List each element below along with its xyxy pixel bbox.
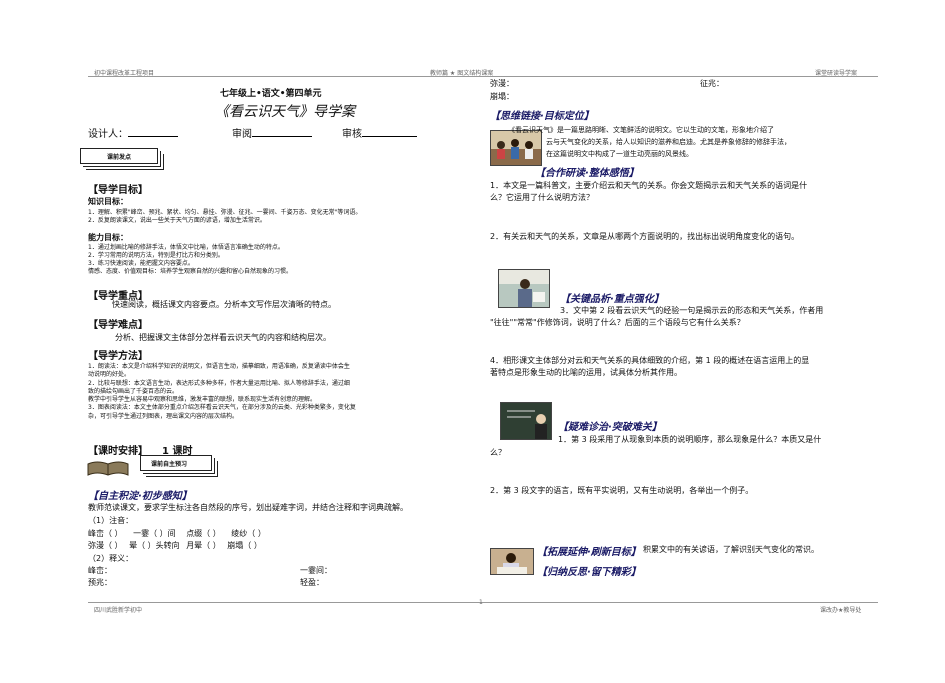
- grade-line: 七年级上•语文•第四单元: [220, 89, 322, 99]
- tag-self-preview: 课前自主预习: [140, 455, 212, 471]
- thinking-text: 《看云识天气》是一篇思路明晰、文笔鲜活的说明文。它以生动的文笔，形象地介绍了 云…: [508, 126, 791, 158]
- shiyi-label: （2）释义：: [88, 554, 134, 563]
- schedule-title: 【课时安排】: [88, 446, 148, 457]
- ability-list: 1．通过划画比喻的修辞手法，体悟文中比喻，体悟语言准确生动的特点。 2．学习常用…: [88, 244, 293, 275]
- shiyi-2-a: 预兆：: [88, 578, 112, 587]
- knowledge-list: 1．理解、积累"峰峦、预兆、絮状、均匀、悬挂、弥漫、征兆、一霎间、千姿万态、变化…: [88, 209, 362, 224]
- knowledge-title: 知识目标：: [88, 197, 128, 206]
- key-text: 快速阅读，概括课文内容要点。分析本文写作层次清晰的特点。: [112, 300, 336, 309]
- footer-left: 四川武胜新学初中: [94, 607, 143, 614]
- top-row-2-a: 崩塌：: [490, 92, 514, 101]
- header-rule: [88, 76, 878, 77]
- book-icon: [86, 460, 130, 476]
- footer-right: 课改办★教导处: [820, 607, 862, 614]
- top-row-1-b: 征兆：: [700, 79, 724, 88]
- student-photo: [490, 548, 534, 575]
- zhuyin-row-1: 峰峦（ ） 一霎（ ）间 点缀（ ） 绫纱（ ）: [88, 529, 266, 538]
- review2-label: 审核: [342, 125, 417, 140]
- extension-text: 积累文中的有关谚语，了解识别天气变化的常识。: [643, 545, 819, 554]
- difficulty-title: 【导学难点】: [88, 320, 148, 331]
- designer-label: 设计人：: [88, 125, 178, 140]
- shiyi-1-b: 一霎间：: [300, 566, 332, 575]
- section-key-title: 【关键品析·重点强化】: [560, 294, 664, 305]
- question-3: 3．文中第 2 段看云识天气的经验一句是揭示云的形态和天气关系，作者用 "往往"…: [490, 306, 824, 327]
- shiyi-1-a: 峰峦：: [88, 566, 112, 575]
- self-study-title: 【自主积淀·初步感知】: [88, 491, 192, 502]
- question-5: 1．第 3 段采用了从现象到本质的说明顺序，那么现象是什么？本质又是什 么？: [490, 435, 822, 457]
- tag-pre-class: 课前发点: [80, 148, 158, 164]
- ability-title: 能力目标：: [88, 233, 128, 242]
- zhuyin-row-2: 弥漫（ ） 晕（ ）头转向 月晕（ ） 崩塌（ ）: [88, 541, 262, 550]
- review1-label: 审阅: [232, 125, 312, 140]
- section-extension-title: 【拓展延伸·刷新目标】: [537, 547, 641, 558]
- teacher-photo: [498, 269, 550, 308]
- method-text: 1．朗读法：本文是介绍科学知识的说明文，但语言生动，描摹细致，用语准确，反复诵读…: [88, 363, 356, 420]
- section-coop-title: 【合作研读·整体感悟】: [535, 168, 639, 179]
- goals-title: 【导学目标】: [88, 185, 148, 196]
- zhuyin-label: （1）注音：: [88, 516, 134, 525]
- self-study-text: 教师范读课文，要求学生标注各自然段的序号，划出疑难字词，并结合注释和字词典疏解。: [88, 503, 408, 512]
- footer-rule: [88, 602, 878, 603]
- question-1: 1．本文是一篇科普文，主要介绍云和天气的关系。你会文题揭示云和天气关系的语词是什…: [490, 181, 808, 202]
- page-number: 1: [479, 599, 483, 606]
- section-thinking-title: 【思维链接·目标定位】: [490, 111, 594, 122]
- section-difficulty-title: 【疑难诊治·突破难关】: [558, 422, 662, 433]
- method-title: 【导学方法】: [88, 351, 148, 362]
- question-2: 2．有关云和天气的关系，文章是从哪两个方面说明的，找出标出说明角度变化的语句。: [490, 232, 800, 241]
- question-6: 2．第 3 段文字的语言，既有平实说明，又有生动说明，各举出一个例子。: [490, 486, 754, 495]
- shiyi-2-b: 轻盈：: [300, 578, 324, 587]
- question-4: 4．相形课文主体部分对云和天气关系的具体细致的介绍，第 1 段的概述在语言运用上…: [490, 356, 810, 377]
- difficulty-text: 分析、把握课文主体部分怎样看云识天气的内容和结构层次。: [115, 333, 331, 342]
- page-title: 《看云识天气》导学案: [215, 104, 355, 120]
- top-row-1-a: 弥漫：: [490, 79, 514, 88]
- section-reflection-title: 【归纳反思·留下精彩】: [537, 567, 641, 578]
